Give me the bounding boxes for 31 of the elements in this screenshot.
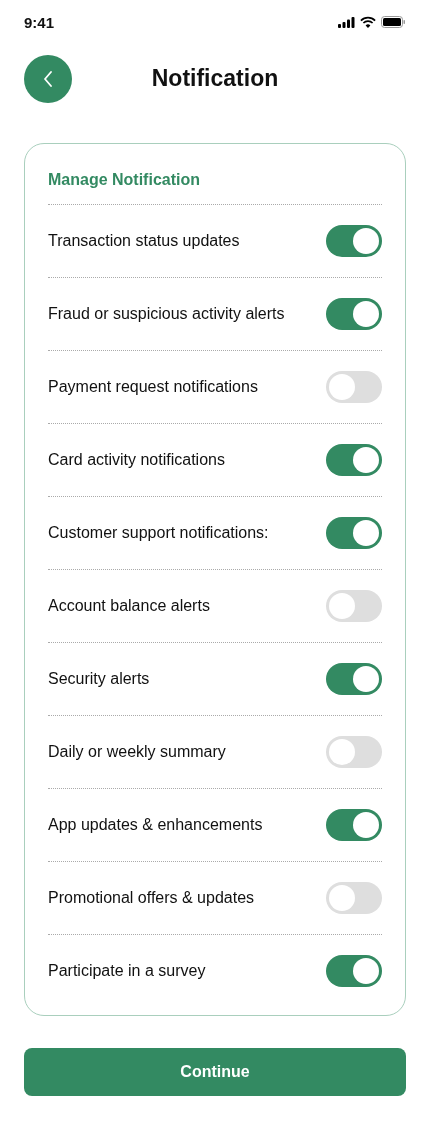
toggle-switch[interactable] [326, 955, 382, 987]
toggle-switch[interactable] [326, 809, 382, 841]
setting-label: Promotional offers & updates [48, 889, 255, 907]
setting-label: Security alerts [48, 670, 150, 688]
setting-label: Card activity notifications [48, 451, 225, 469]
setting-label: Customer support notifications: [48, 524, 269, 542]
chevron-left-icon [43, 70, 53, 87]
toggle-switch[interactable] [326, 371, 382, 403]
page-title: Notification [150, 65, 280, 92]
setting-label: Transaction status updates [48, 232, 240, 250]
toggle-switch[interactable] [326, 736, 382, 768]
toggle-switch[interactable] [326, 444, 382, 476]
toggle-switch[interactable] [326, 517, 382, 549]
battery-icon [381, 16, 406, 28]
section-title: Manage Notification [48, 170, 201, 190]
setting-label: Daily or weekly summary [48, 743, 226, 761]
setting-label: Account balance alerts [48, 597, 210, 615]
toggle-switch[interactable] [326, 225, 382, 257]
toggle-switch[interactable] [326, 590, 382, 622]
toggle-switch[interactable] [326, 663, 382, 695]
continue-button[interactable]: Continue [24, 1048, 406, 1096]
signal-icon [338, 16, 355, 28]
setting-label: App updates & enhancements [48, 816, 263, 834]
wifi-icon [360, 16, 376, 28]
status-time: 9:41 [24, 13, 55, 31]
toggle-switch[interactable] [326, 298, 382, 330]
setting-label: Fraud or suspicious activity alerts [48, 305, 285, 323]
setting-label: Payment request notifications [48, 378, 258, 396]
back-button[interactable] [24, 54, 72, 103]
toggle-switch[interactable] [326, 882, 382, 914]
setting-label: Participate in a survey [48, 962, 206, 980]
